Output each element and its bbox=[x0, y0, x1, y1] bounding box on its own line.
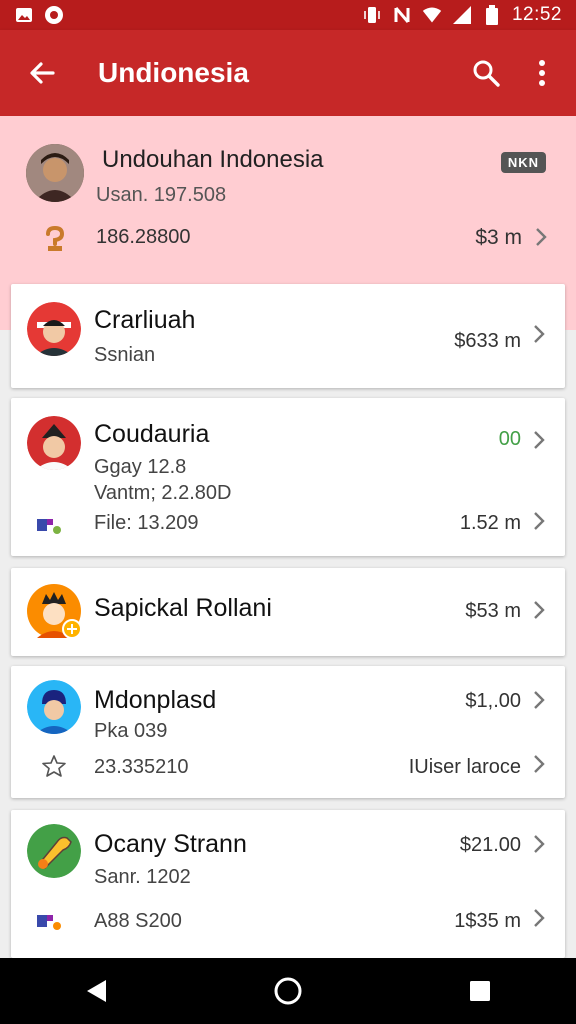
arrow-back-icon bbox=[30, 62, 55, 84]
item-amount: $53 m bbox=[465, 600, 521, 622]
item-amount: $1,.00 bbox=[465, 690, 521, 712]
wifi-icon bbox=[422, 5, 442, 25]
item-amount-2: 1$35 m bbox=[454, 910, 521, 932]
more-vert-icon bbox=[539, 60, 545, 86]
item-user-label: IUiser laroce bbox=[408, 756, 521, 778]
avatar bbox=[27, 680, 81, 734]
nav-recents-button[interactable] bbox=[450, 961, 510, 1021]
record-notification-icon bbox=[44, 5, 64, 25]
file-icon bbox=[35, 910, 69, 932]
nav-home-button[interactable] bbox=[258, 961, 318, 1021]
account-header-card[interactable]: Undouhan Indonesia Usan. 197.508 NKN 186… bbox=[0, 116, 576, 272]
account-id: 186.28800 bbox=[96, 226, 191, 248]
system-nav-bar bbox=[0, 958, 576, 1024]
item-id: 23.335210 bbox=[94, 756, 189, 778]
item-title: Ocany Strann bbox=[94, 830, 247, 858]
avatar bbox=[27, 416, 81, 470]
avatar bbox=[27, 824, 81, 878]
search-button[interactable] bbox=[464, 51, 508, 95]
signal-icon bbox=[452, 5, 472, 25]
chevron-right-icon bbox=[534, 691, 545, 709]
item-status: 00 bbox=[498, 428, 521, 450]
vibrate-icon bbox=[362, 5, 382, 25]
star-icon[interactable] bbox=[41, 754, 75, 777]
chevron-right-icon bbox=[534, 755, 545, 773]
account-subtitle: Usan. 197.508 bbox=[96, 184, 227, 206]
chevron-right-icon bbox=[534, 325, 545, 343]
nav-back-button[interactable] bbox=[66, 961, 126, 1021]
item-title: Mdonplasd bbox=[94, 686, 217, 714]
item-amount: 1.52 m bbox=[459, 512, 521, 534]
nfc-icon bbox=[392, 5, 412, 25]
back-button[interactable] bbox=[22, 53, 62, 93]
overflow-menu-button[interactable] bbox=[520, 51, 564, 95]
item-subtitle: Ssnian bbox=[94, 344, 156, 366]
item-subtitle-2: Vantm; 2.2.80D bbox=[94, 482, 232, 504]
image-notification-icon bbox=[14, 5, 34, 25]
list-item[interactable]: Sapickal Rollani $53 m bbox=[11, 568, 565, 656]
key-icon bbox=[44, 225, 66, 258]
item-id: A88 S200 bbox=[94, 910, 182, 932]
file-icon bbox=[35, 514, 69, 536]
status-badge: NKN bbox=[500, 152, 546, 173]
status-bar: 12:52 bbox=[0, 0, 576, 30]
list-item[interactable]: Coudauria Ggay 12.8 Vantm; 2.2.80D 00 Fi… bbox=[11, 398, 565, 556]
item-subtitle: Sanr. 1202 bbox=[94, 866, 191, 888]
list-item[interactable]: Ocany Strann Sanr. 1202 $21.00 A88 S200 … bbox=[11, 810, 565, 958]
account-amount: $3 m bbox=[475, 226, 522, 249]
list-item[interactable]: Mdonplasd Pka 039 $1,.00 23.335210 IUise… bbox=[11, 666, 565, 798]
app-bar: Undionesia bbox=[0, 30, 576, 116]
item-subtitle: Pka 039 bbox=[94, 720, 168, 742]
chevron-right-icon bbox=[534, 512, 545, 530]
list-item[interactable]: Crarliuah Ssnian $633 m bbox=[11, 284, 565, 388]
item-title: Coudauria bbox=[94, 420, 210, 448]
chevron-right-icon bbox=[534, 601, 545, 619]
account-name: Undouhan Indonesia bbox=[102, 146, 324, 173]
square-recents-icon bbox=[470, 981, 490, 1001]
status-time: 12:52 bbox=[511, 4, 562, 25]
battery-icon bbox=[482, 5, 502, 25]
circle-home-icon bbox=[274, 977, 302, 1005]
chevron-right-icon bbox=[534, 226, 548, 253]
avatar bbox=[26, 144, 84, 202]
item-title: Sapickal Rollani bbox=[94, 594, 272, 622]
chevron-right-icon bbox=[534, 909, 545, 927]
item-amount: $633 m bbox=[454, 330, 521, 352]
page-title: Undionesia bbox=[98, 57, 249, 88]
triangle-back-icon bbox=[87, 980, 106, 1002]
avatar bbox=[27, 584, 82, 639]
item-file: File: 13.209 bbox=[94, 512, 199, 534]
search-icon bbox=[473, 60, 500, 87]
item-title: Crarliuah bbox=[94, 306, 196, 334]
item-subtitle: Ggay 12.8 bbox=[94, 456, 187, 478]
chevron-right-icon bbox=[534, 835, 545, 853]
item-amount: $21.00 bbox=[459, 834, 521, 856]
chevron-right-icon bbox=[534, 431, 545, 449]
avatar bbox=[27, 302, 81, 356]
